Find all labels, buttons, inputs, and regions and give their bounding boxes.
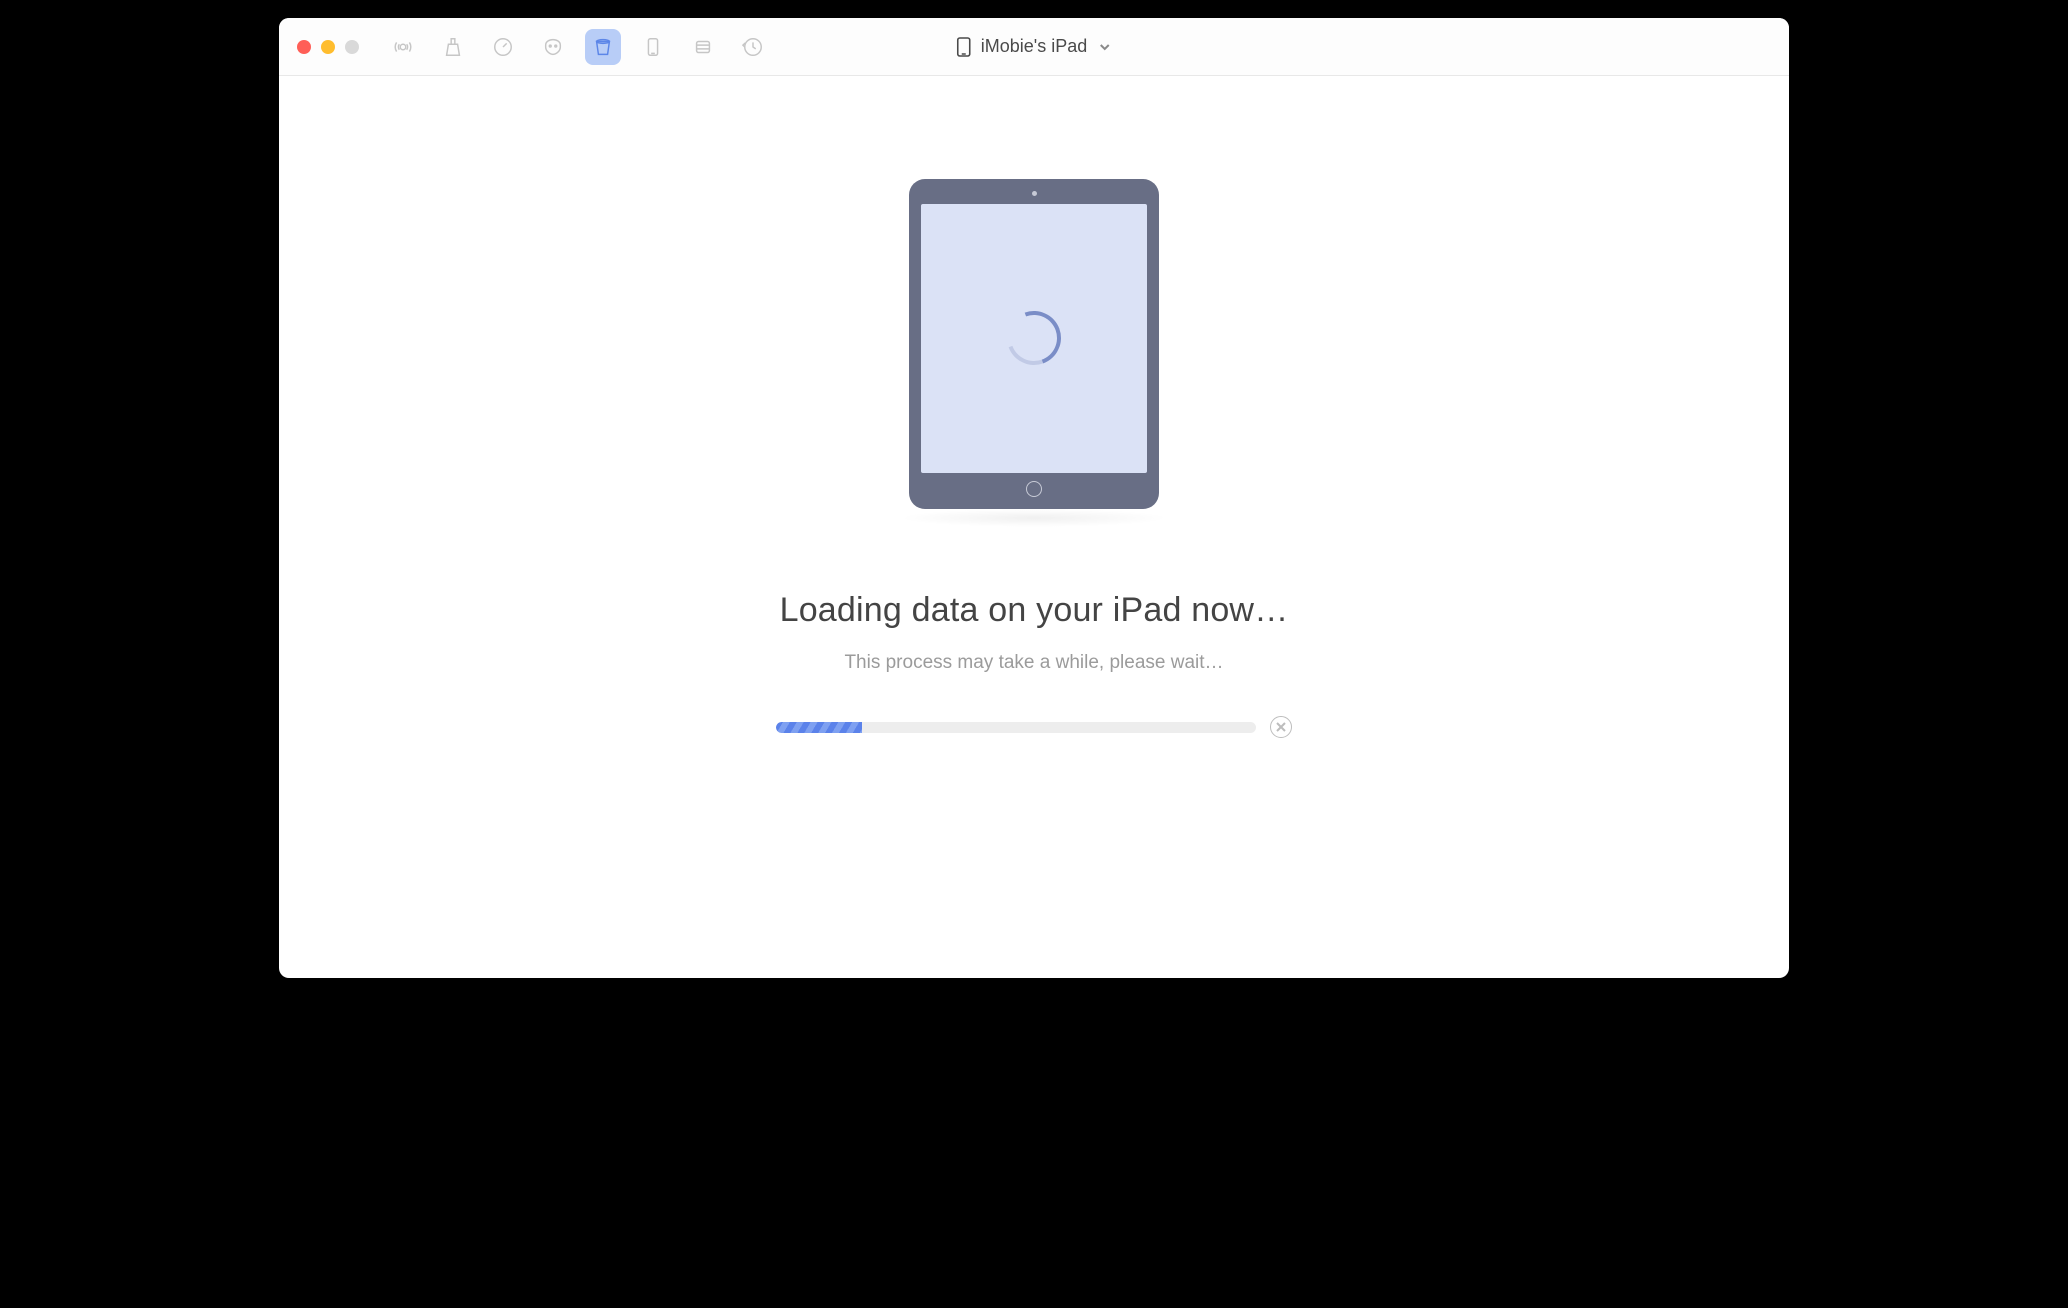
loading-title: Loading data on your iPad now…: [780, 591, 1289, 630]
ipad-shadow: [899, 509, 1169, 527]
progress-row: [776, 716, 1292, 738]
close-icon: [1276, 722, 1286, 732]
device-selector[interactable]: iMobie's iPad: [957, 36, 1112, 57]
phone-icon: [957, 37, 971, 57]
clean-icon[interactable]: [435, 29, 471, 65]
progress-bar: [776, 722, 1256, 733]
chevron-down-icon: [1097, 40, 1111, 54]
privacy-icon[interactable]: [535, 29, 571, 65]
airdrop-icon[interactable]: [385, 29, 421, 65]
ipad-screen: [921, 204, 1147, 473]
ipad-body: [909, 179, 1159, 509]
cancel-button[interactable]: [1270, 716, 1292, 738]
device-name: iMobie's iPad: [981, 36, 1088, 57]
traffic-lights: [297, 40, 359, 54]
bucket-icon[interactable]: [585, 29, 621, 65]
speed-icon[interactable]: [485, 29, 521, 65]
close-window-button[interactable]: [297, 40, 311, 54]
apps-icon[interactable]: [685, 29, 721, 65]
maximize-window-button[interactable]: [345, 40, 359, 54]
app-window: iMobie's iPad Loading data on your iPad …: [279, 18, 1789, 978]
ipad-home-icon: [1026, 481, 1042, 497]
history-icon[interactable]: [735, 29, 771, 65]
content-area: Loading data on your iPad now… This proc…: [279, 76, 1789, 978]
titlebar: iMobie's iPad: [279, 18, 1789, 76]
spinner-icon: [998, 302, 1070, 374]
toolbar: [385, 29, 771, 65]
ipad-illustration: [894, 166, 1174, 521]
loading-subtitle: This process may take a while, please wa…: [844, 652, 1223, 674]
minimize-window-button[interactable]: [321, 40, 335, 54]
device-icon[interactable]: [635, 29, 671, 65]
ipad-camera-icon: [1032, 191, 1037, 196]
progress-fill: [776, 722, 862, 733]
